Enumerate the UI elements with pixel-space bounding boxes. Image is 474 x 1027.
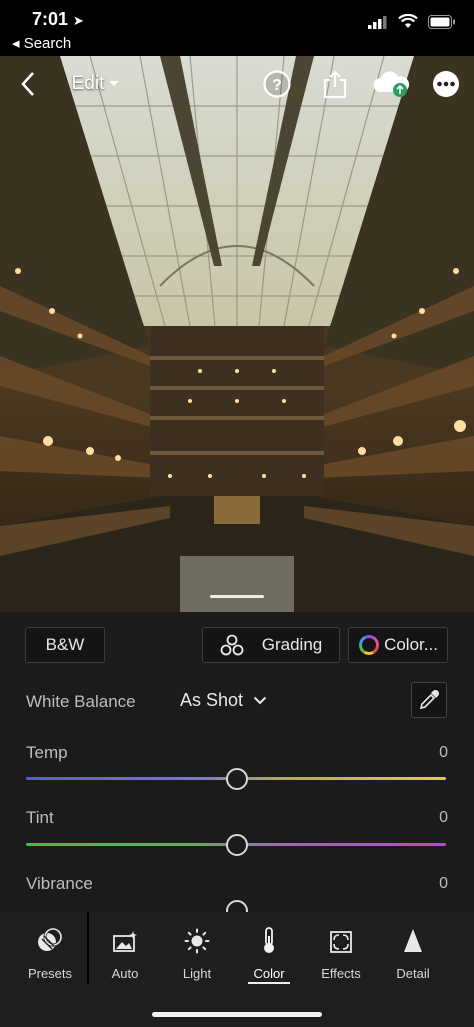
auto-icon (113, 931, 137, 952)
tool-label-presets: Presets (27, 966, 73, 981)
edit-mode-dropdown[interactable]: Edit (64, 66, 128, 102)
vibrance-label: Vibrance (26, 874, 93, 893)
vibrance-value: 0 (439, 875, 448, 892)
bw-button[interactable]: B&W (25, 627, 105, 663)
grading-button[interactable]: Grading (202, 627, 340, 663)
color-icon (264, 927, 274, 953)
help-icon: ? (263, 70, 291, 98)
location-arrow-icon: ➤ (73, 13, 84, 28)
photo-compare-handle[interactable] (210, 595, 264, 598)
color-mix-label: Color... (384, 635, 438, 654)
temp-value: 0 (439, 744, 448, 761)
tool-presets[interactable]: Presets (14, 920, 86, 990)
color-wheel-icon (359, 635, 380, 655)
light-icon (184, 928, 210, 954)
share-icon (323, 70, 347, 99)
temp-slider-handle[interactable] (226, 768, 248, 790)
presets-icon (38, 927, 63, 951)
tool-effects[interactable]: Effects (305, 920, 377, 990)
status-icons (368, 14, 456, 29)
tool-color[interactable]: Color (233, 920, 305, 990)
tool-label-effects: Effects (321, 966, 361, 981)
edit-toolbar: Presets Auto Light Color Effects Detail (0, 912, 474, 1027)
tool-label-auto: Auto (111, 966, 139, 981)
back-button[interactable] (14, 66, 42, 102)
tint-slider-handle[interactable] (226, 834, 248, 856)
temp-label: Temp (26, 743, 68, 762)
effects-icon (330, 931, 352, 953)
edit-top-bar: Edit ? (0, 56, 474, 114)
photo-preview[interactable] (0, 56, 474, 612)
tool-light[interactable]: Light (161, 920, 233, 990)
cloud-sync-button[interactable] (370, 66, 414, 102)
tool-label-color: Color (253, 966, 285, 981)
white-balance-value: As Shot (180, 690, 244, 710)
cloud-sync-icon (373, 71, 410, 97)
eyedropper-icon (419, 689, 440, 710)
more-icon (433, 71, 459, 97)
cellular-signal-icon (368, 15, 387, 29)
white-balance-label: White Balance (26, 692, 136, 711)
eyedropper-button[interactable] (411, 682, 447, 718)
tool-label-detail: Detail (396, 966, 430, 981)
back-to-search-link[interactable]: ◂ Search (12, 34, 71, 52)
wifi-icon (398, 14, 418, 28)
status-bar: 7:01 ➤ ◂ Search (0, 0, 474, 56)
color-panel: B&W Grading Color... White Balance As Sh… (0, 612, 474, 922)
more-options-button[interactable] (428, 66, 464, 102)
tool-label-light: Light (182, 966, 212, 981)
grading-label: Grading (261, 635, 323, 654)
color-mix-button[interactable]: Color... (348, 627, 448, 663)
status-time: 7:01 ➤ (32, 9, 84, 30)
active-tool-indicator (248, 982, 290, 984)
help-button[interactable]: ? (260, 66, 294, 102)
white-balance-dropdown[interactable]: As Shot (180, 690, 267, 711)
detail-icon (404, 929, 422, 952)
arcade-photo (0, 56, 474, 612)
share-button[interactable] (318, 66, 352, 102)
tool-detail[interactable]: Detail (377, 920, 449, 990)
home-indicator[interactable] (152, 1012, 322, 1017)
tool-auto[interactable]: Auto (89, 920, 161, 990)
chevron-down-icon (109, 81, 120, 86)
chevron-left-icon (21, 72, 34, 96)
time-text: 7:01 (32, 9, 69, 29)
tint-value: 0 (439, 809, 448, 826)
tint-label: Tint (26, 808, 54, 827)
grading-icon (220, 634, 244, 656)
edit-label: Edit (71, 73, 105, 94)
chevron-down-icon (253, 696, 267, 705)
svg-text:?: ? (272, 77, 282, 94)
battery-icon (428, 14, 455, 29)
